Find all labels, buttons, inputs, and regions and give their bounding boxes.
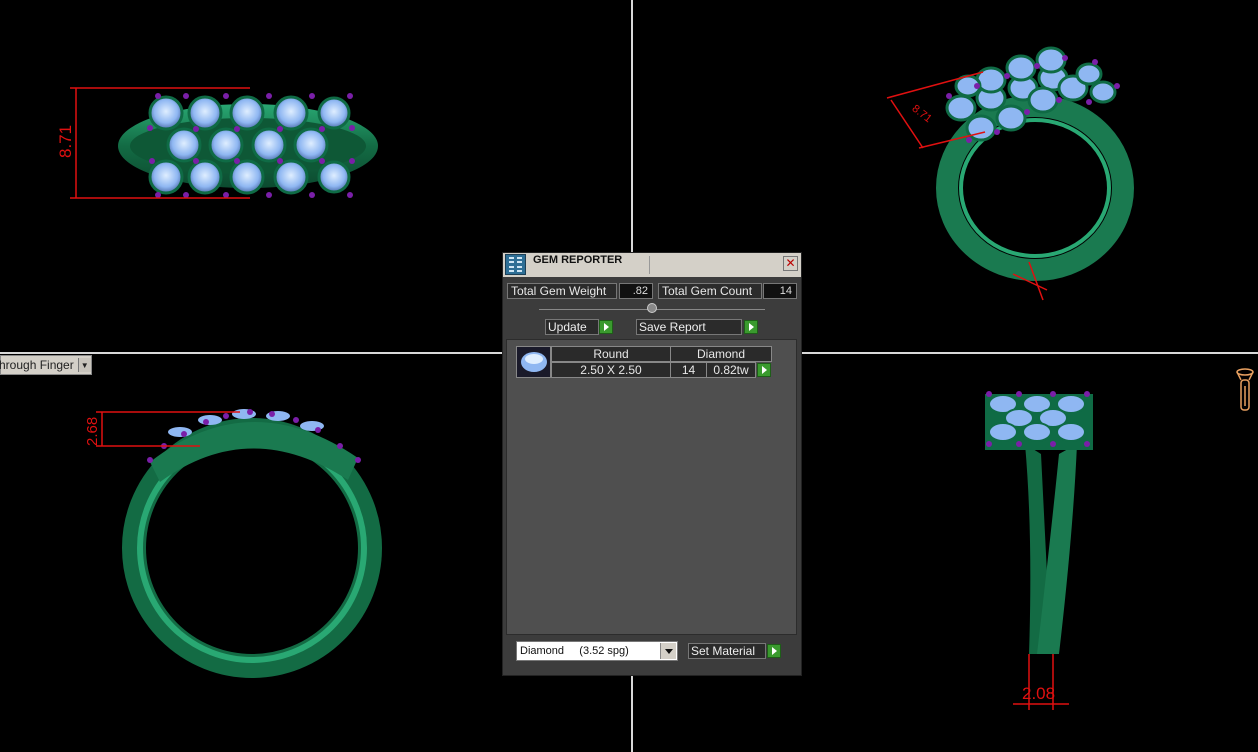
column-header-stone: Diamond xyxy=(670,346,772,362)
gem-report-panel: Round Diamond 2.50 X 2.50 14 0.82tw xyxy=(506,339,797,635)
gem-size-cell: 2.50 X 2.50 xyxy=(551,362,671,378)
close-icon[interactable]: ✕ xyxy=(783,256,798,271)
gem-reporter-dialog: GEM REPORTER ✕ Total Gem Weight .82 Tota… xyxy=(502,252,802,676)
chevron-down-icon[interactable] xyxy=(660,643,676,659)
row-go-icon[interactable] xyxy=(757,363,771,377)
view-mode-label: hrough Finger xyxy=(0,358,74,372)
total-gem-count-value: 14 xyxy=(763,283,797,299)
titlebar-separator xyxy=(649,256,650,274)
slider-handle[interactable] xyxy=(647,303,657,313)
material-select-value: Diamond (3.52 spg) xyxy=(520,645,629,657)
column-header-cut: Round xyxy=(551,346,671,362)
material-select[interactable]: Diamond (3.52 spg) xyxy=(516,641,678,661)
set-material-go-icon[interactable] xyxy=(767,644,781,658)
total-gem-weight-value: .82 xyxy=(619,283,653,299)
chevron-down-icon: ▼ xyxy=(77,358,91,372)
update-go-icon[interactable] xyxy=(599,320,613,334)
dimension-label-side: 2.68 xyxy=(84,416,101,446)
dimension-label-front: 8.71 xyxy=(56,124,75,158)
update-button[interactable]: Update xyxy=(545,319,599,335)
round-gem-icon xyxy=(516,346,551,378)
gem-reporter-app-icon xyxy=(505,254,526,275)
view-mode-dropdown[interactable]: hrough Finger ▼ xyxy=(0,355,92,375)
save-report-go-icon[interactable] xyxy=(744,320,758,334)
total-gem-count-label: Total Gem Count xyxy=(658,283,762,299)
gem-weight-cell: 0.82tw xyxy=(706,362,756,378)
save-report-button[interactable]: Save Report xyxy=(636,319,742,335)
total-gem-weight-label: Total Gem Weight xyxy=(507,283,617,299)
gem-count-cell: 14 xyxy=(670,362,707,378)
dimension-label-top: 2.08 xyxy=(1022,684,1056,703)
dialog-title: GEM REPORTER xyxy=(533,254,623,266)
set-material-button[interactable]: Set Material xyxy=(688,643,766,659)
dialog-titlebar[interactable]: GEM REPORTER ✕ xyxy=(503,253,801,277)
orientation-figure-icon[interactable] xyxy=(1233,366,1257,416)
